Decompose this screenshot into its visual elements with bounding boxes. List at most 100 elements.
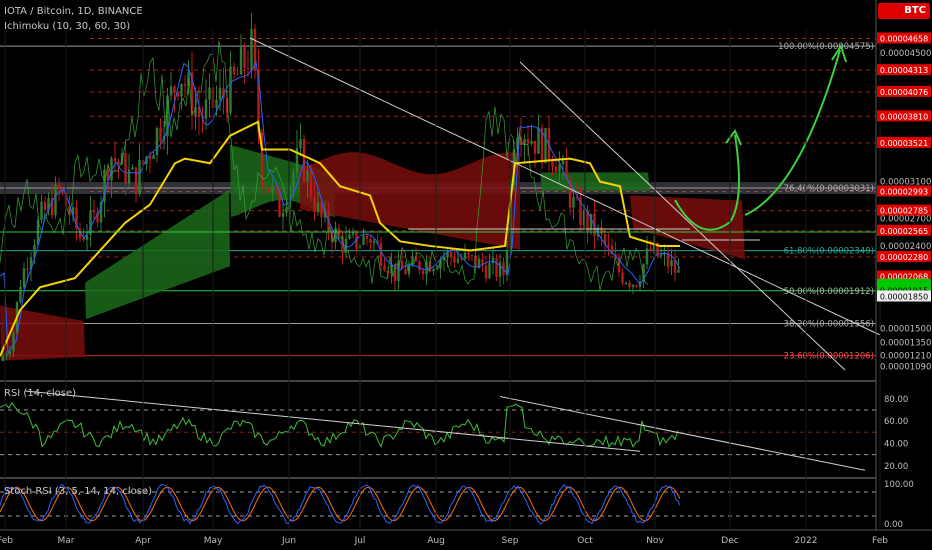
x-axis-tick-label: Sep	[502, 536, 519, 546]
candle-body	[659, 254, 663, 257]
rsi-axis-label: 40.00	[884, 439, 908, 449]
candle-body	[645, 248, 649, 265]
candle-body	[22, 268, 26, 287]
candle-body	[561, 160, 565, 165]
candle-body	[292, 172, 295, 187]
x-axis-tick-label: Apr	[135, 536, 151, 546]
candle-body	[666, 253, 670, 267]
x-axis-tick-label: Oct	[577, 536, 593, 546]
rsi-axis-label: 80.00	[884, 395, 908, 405]
x-axis-tick-label: Feb	[0, 536, 13, 546]
rsi-axis-label: 20.00	[884, 462, 908, 472]
candle-body	[131, 167, 134, 170]
candle-body	[12, 332, 15, 352]
candle-body	[467, 252, 470, 256]
candle-body	[470, 255, 474, 257]
x-axis-tick-label: 2022	[795, 536, 818, 546]
stoch-axis-label: 100.00	[884, 480, 914, 490]
candle-body	[124, 153, 127, 184]
candle-body	[232, 66, 236, 75]
price-tag: 0.00003521	[880, 139, 928, 148]
price-axis-label: 0.00001500	[880, 325, 931, 335]
candle-body	[530, 140, 533, 144]
candle-body	[218, 87, 222, 100]
currency-badge[interactable]: BTC	[878, 3, 930, 19]
candle-body	[267, 188, 271, 193]
rsi-trendline	[499, 396, 866, 471]
candle-body	[309, 170, 313, 197]
candle-body	[526, 139, 530, 144]
price-axis-label: 0.00004500	[880, 49, 931, 59]
candle-body	[239, 47, 243, 75]
candle-body	[57, 184, 61, 189]
price-tag: 0.00002565	[880, 227, 928, 236]
ichimoku-cloud	[540, 172, 650, 191]
candle-body	[26, 268, 29, 270]
rsi-legend[interactable]: RSI (14, close)	[4, 388, 76, 399]
candle-body	[138, 159, 141, 194]
candle-body	[113, 157, 117, 162]
candle-body	[208, 87, 211, 100]
candle-body	[281, 212, 285, 217]
candle-body	[379, 243, 383, 266]
candle-body	[572, 196, 575, 208]
price-tag: 0.00002280	[880, 253, 928, 262]
candle-body	[628, 283, 631, 287]
candle-body	[673, 260, 677, 273]
price-pane[interactable]: 100.00%(0.00004575) 76.40%(0.00003031) 61.…	[0, 13, 881, 371]
x-axis-tick-label: Mar	[58, 536, 75, 546]
fib-level-label: 100.00%(0.00004575)	[778, 42, 874, 52]
candle-body	[92, 210, 96, 213]
candle-body	[176, 92, 180, 97]
x-axis-tick-label: Feb	[872, 536, 888, 546]
candle-body	[89, 210, 92, 235]
rsi-axis-label: 60.00	[884, 417, 908, 427]
x-axis-tick-label: Jul	[354, 536, 366, 546]
candle-body	[621, 272, 624, 284]
ichimoku-legend[interactable]: Ichimoku (10, 30, 60, 30)	[4, 21, 130, 32]
x-axis-tick-label: Jun	[281, 536, 296, 546]
ichimoku-cloud	[85, 190, 230, 320]
x-axis-tick-label: May	[204, 536, 223, 546]
candle-body	[19, 286, 22, 303]
candle-body	[127, 169, 131, 184]
candle-body	[677, 269, 680, 273]
candle-body	[169, 86, 173, 96]
trading-chart[interactable]: 100.00%(0.00004575) 76.40%(0.00003031) 61.…	[0, 0, 932, 550]
candle-body	[183, 84, 187, 86]
candle-body	[649, 248, 652, 251]
candle-body	[215, 99, 218, 108]
price-tag: 0.00002993	[880, 187, 928, 196]
price-tag: 0.00002785	[880, 207, 928, 216]
candle-body	[537, 127, 540, 154]
candle-body	[505, 251, 509, 275]
candle-body	[246, 67, 250, 70]
candle-body	[369, 238, 372, 243]
candle-body	[351, 232, 355, 235]
candle-body	[456, 258, 460, 263]
candle-body	[418, 261, 421, 271]
candle-body	[607, 244, 610, 246]
price-axis-label: 0.00001210	[880, 351, 931, 361]
candle-body	[250, 28, 253, 70]
candle-body	[306, 170, 309, 182]
candle-body	[554, 166, 558, 172]
rsi-trendline	[24, 390, 641, 452]
candle-body	[313, 196, 316, 212]
price-tag: 0.00003810	[880, 112, 928, 121]
candle-body	[484, 265, 488, 279]
candle-body	[1, 356, 5, 361]
candle-body	[463, 252, 467, 259]
candle-body	[404, 269, 407, 275]
price-tag: 0.00001850	[880, 292, 928, 301]
fib-level-label: 61.80%(0.00002349)	[784, 247, 874, 257]
rsi-pane[interactable]	[0, 390, 876, 471]
price-axis-label: 0.00001090	[880, 362, 931, 372]
candle-body	[383, 265, 386, 271]
candle-body	[302, 139, 306, 182]
stoch-rsi-legend[interactable]: Stoch RSI (3, 5, 14, 14, close)	[4, 486, 152, 497]
candle-body	[372, 240, 376, 243]
candle-body	[362, 236, 365, 245]
candle-body	[152, 155, 155, 159]
candle-body	[495, 258, 498, 277]
